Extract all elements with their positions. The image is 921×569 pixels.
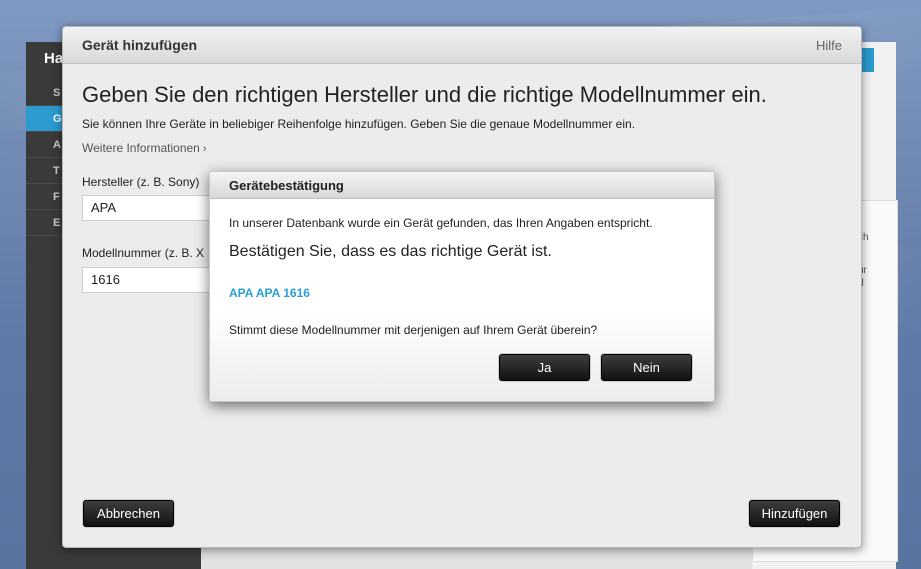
confirm-title: Gerätebestätigung bbox=[229, 178, 344, 193]
confirm-question: Stimmt diese Modellnummer mit derjenigen… bbox=[229, 323, 598, 337]
yes-button[interactable]: Ja bbox=[499, 354, 590, 381]
confirm-header: Gerätebestätigung bbox=[210, 172, 714, 199]
confirm-instruction: Bestätigen Sie, dass es das richtige Ger… bbox=[229, 243, 552, 260]
no-button[interactable]: Nein bbox=[601, 354, 692, 381]
device-confirmation-dialog: Gerätebestätigung In unserer Datenbank w… bbox=[209, 171, 715, 402]
device-name: APA APA 1616 bbox=[229, 286, 310, 300]
device-found-text: In unserer Datenbank wurde ein Gerät gef… bbox=[229, 216, 653, 230]
confirm-body: In unserer Datenbank wurde ein Gerät gef… bbox=[210, 199, 714, 401]
